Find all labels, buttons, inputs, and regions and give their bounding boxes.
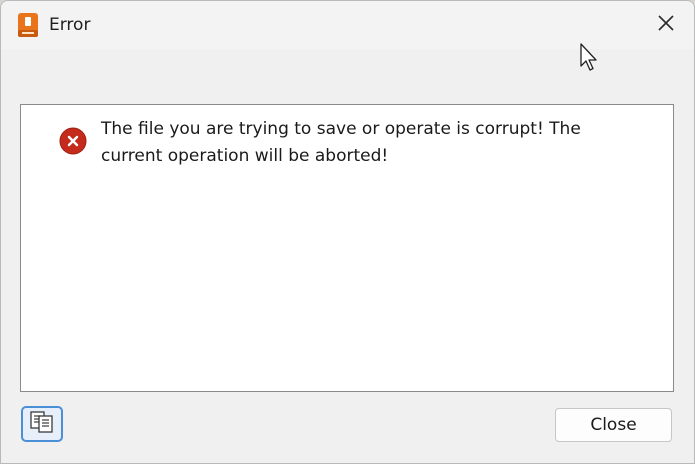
message-panel: The file you are trying to save or opera… (20, 104, 674, 392)
close-icon (657, 14, 675, 36)
window-title: Error (49, 15, 91, 35)
close-window-button[interactable] (652, 11, 680, 39)
copy-icon (29, 410, 55, 438)
error-dialog: Error The file you are trying to save or… (0, 0, 695, 464)
error-icon (59, 127, 87, 155)
copy-message-button[interactable] (21, 406, 63, 442)
app-document-icon (17, 12, 39, 38)
error-message: The file you are trying to save or opera… (101, 119, 581, 166)
close-button[interactable]: Close (555, 408, 672, 442)
title-bar: Error (1, 1, 694, 49)
